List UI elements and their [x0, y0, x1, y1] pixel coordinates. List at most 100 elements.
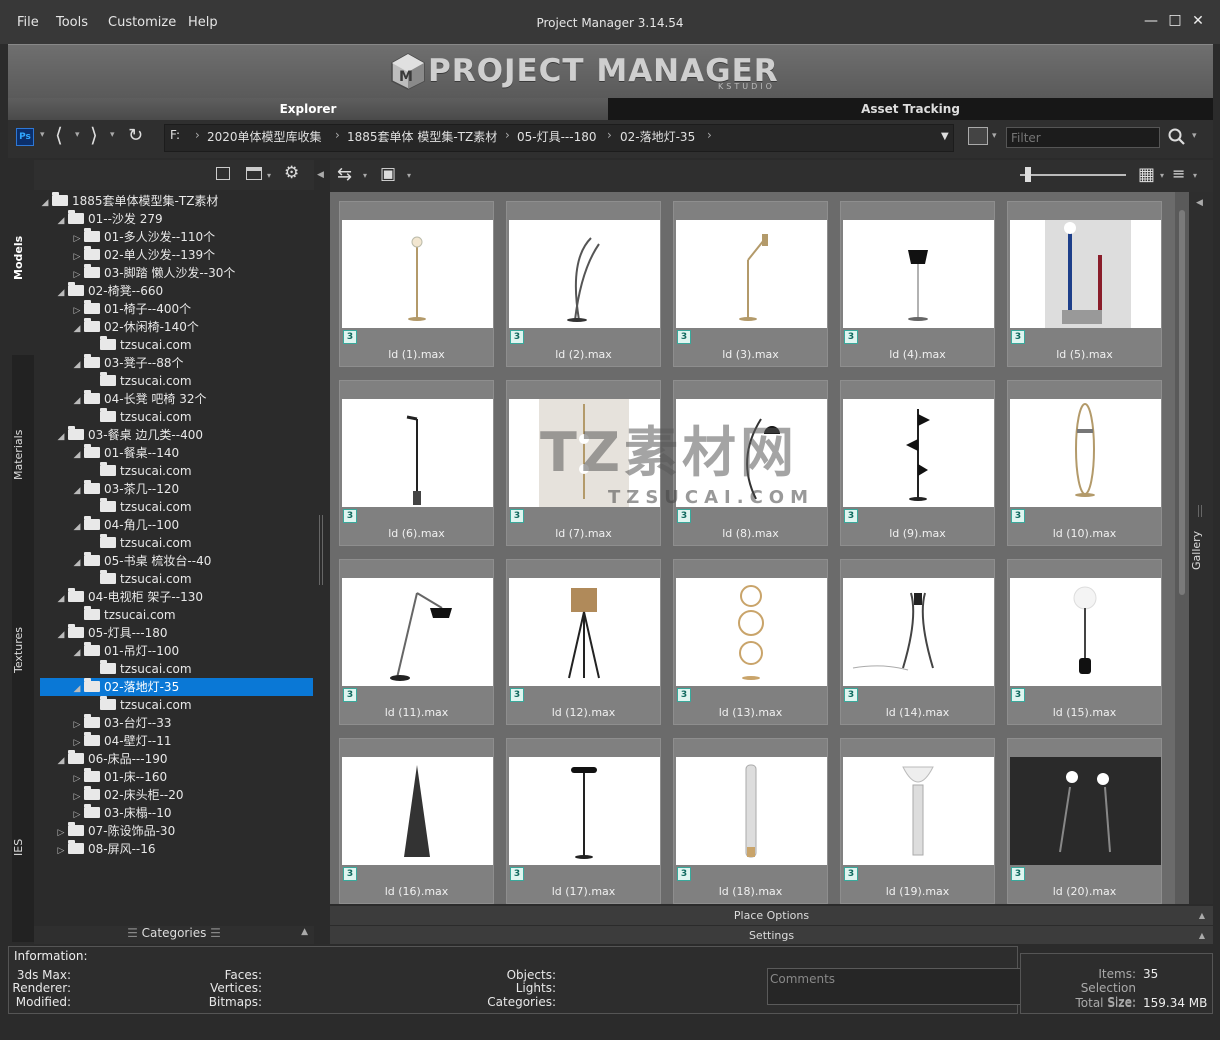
tree-item[interactable]: ▷ 03-台灯--33 [70, 714, 172, 732]
sync-icon[interactable]: ⇆ [337, 164, 352, 185]
gallery-item[interactable]: 3 ld (14).max [840, 559, 995, 725]
tree-item[interactable]: tzsucai.com [86, 498, 192, 516]
gallery-item[interactable]: 3 ld (11).max [339, 559, 494, 725]
tree-expanded-icon[interactable]: ◢ [54, 626, 68, 644]
tab-asset-tracking[interactable]: Asset Tracking [608, 98, 1213, 120]
photoshop-icon[interactable]: Ps [16, 128, 34, 146]
breadcrumb-dropdown-icon[interactable]: ▼ [941, 131, 949, 142]
place-options-bar[interactable]: Place Options ▲ [330, 906, 1213, 925]
tree-item[interactable]: tzsucai.com [86, 570, 192, 588]
sort-dropdown-icon[interactable]: ▾ [1193, 171, 1197, 180]
tree-item[interactable]: tzsucai.com [70, 606, 176, 624]
settings-gear-icon[interactable]: ⚙ [284, 163, 299, 183]
gallery-item[interactable]: 3 ld (12).max [506, 559, 661, 725]
tree-item[interactable]: ◢ 06-床品---190 [54, 750, 168, 768]
gallery-item[interactable]: 3 ld (6).max [339, 380, 494, 546]
side-tab-ies[interactable]: IES [12, 832, 34, 862]
place-options-expand-icon[interactable]: ▲ [1199, 906, 1205, 925]
maximize-icon[interactable]: □ [1165, 12, 1185, 32]
side-tab-textures[interactable]: Textures [12, 620, 34, 680]
objects-icon[interactable]: ▣ [380, 164, 396, 184]
tree-item[interactable]: ◢ 03-凳子--88个 [70, 354, 184, 372]
gallery-item[interactable]: 3 ld (5).max [1007, 201, 1162, 367]
gallery-item[interactable]: 3 ld (9).max [840, 380, 995, 546]
zoom-slider-handle[interactable] [1025, 167, 1031, 182]
tree-item[interactable]: ◢ 03-餐桌 边几类--400 [54, 426, 203, 444]
tree-expanded-icon[interactable]: ◢ [70, 482, 84, 500]
filter-options-icon[interactable] [968, 127, 988, 145]
tree-item[interactable]: tzsucai.com [86, 534, 192, 552]
breadcrumb-separator-icon[interactable]: › [195, 128, 200, 142]
tree-item[interactable]: ▷ 07-陈设饰品-30 [54, 822, 175, 840]
breadcrumb-item-current[interactable]: 02-落地灯-35 [620, 128, 695, 145]
grid-view-icon[interactable]: ▦ [1138, 164, 1155, 185]
breadcrumb-separator-icon[interactable]: › [707, 128, 712, 142]
gallery-item[interactable]: 3 ld (13).max [673, 559, 828, 725]
gallery-item[interactable]: 3 ld (17).max [506, 738, 661, 904]
gallery-item[interactable]: 3 ld (19).max [840, 738, 995, 904]
settings-expand-icon[interactable]: ▲ [1199, 926, 1205, 945]
sync-dropdown-icon[interactable]: ▾ [363, 171, 367, 180]
tree-expanded-icon[interactable]: ◢ [54, 752, 68, 770]
tree-item[interactable]: ◢ 04-角几--100 [70, 516, 179, 534]
tree-item[interactable]: ◢ 01-餐桌--140 [70, 444, 179, 462]
tree-item[interactable]: ◢ 04-电视柜 架子--130 [54, 588, 203, 606]
categories-collapse-icon[interactable]: ▲ [301, 927, 308, 937]
tree-item[interactable]: ◢ 04-长凳 吧椅 32个 [70, 390, 207, 408]
search-icon[interactable] [1168, 128, 1186, 149]
refresh-icon[interactable]: ↻ [128, 125, 143, 146]
tree-item-selected[interactable]: ◢ 02-落地灯-35 [40, 678, 313, 696]
gallery-item[interactable]: 3 ld (1).max [339, 201, 494, 367]
objects-dropdown-icon[interactable]: ▾ [407, 171, 411, 180]
comments-field[interactable]: Comments [767, 968, 1035, 1005]
gallery-item[interactable]: 3 ld (4).max [840, 201, 995, 367]
tree-item[interactable]: tzsucai.com [86, 408, 192, 426]
breadcrumb-separator-icon[interactable]: › [335, 128, 340, 142]
gallery-item[interactable]: 3 ld (16).max [339, 738, 494, 904]
splitter-grip[interactable] [319, 515, 323, 585]
tree-expanded-icon[interactable]: ◢ [70, 320, 84, 338]
gallery-item[interactable]: 3 ld (15).max [1007, 559, 1162, 725]
breadcrumb-item[interactable]: 2020单体模型库收集 [207, 128, 322, 145]
tree-item[interactable]: ◢ 03-茶几--120 [70, 480, 179, 498]
side-tab-materials[interactable]: Materials [12, 420, 34, 490]
tree-item[interactable]: ▷ 01-床--160 [70, 768, 167, 786]
tree-expanded-icon[interactable]: ◢ [70, 680, 84, 698]
tree-item[interactable]: ◢ 02-休闲椅-140个 [70, 318, 199, 336]
categories-bar[interactable]: ☰ Categories ☰ ▲ [34, 926, 314, 944]
tree-item[interactable]: tzsucai.com [86, 372, 192, 390]
view-dropdown-icon[interactable]: ▾ [1160, 171, 1164, 180]
tree-item[interactable]: ▷ 01-椅子--400个 [70, 300, 191, 318]
tree-expanded-icon[interactable]: ◢ [54, 212, 68, 230]
tree-item[interactable]: ▷ 01-多人沙发--110个 [70, 228, 215, 246]
side-tab-models[interactable]: Models [12, 230, 34, 286]
tree-expanded-icon[interactable]: ◢ [54, 590, 68, 608]
tree-item[interactable]: ▷ 02-床头柜--20 [70, 786, 184, 804]
gallery-item[interactable]: 3 ld (3).max [673, 201, 828, 367]
tree-expanded-icon[interactable]: ◢ [70, 644, 84, 662]
breadcrumb-separator-icon[interactable]: › [505, 128, 510, 142]
tree-expanded-icon[interactable]: ◢ [38, 194, 52, 212]
sort-icon[interactable]: ≡ [1172, 164, 1185, 183]
collapse-left-icon[interactable]: ◀ [317, 170, 324, 180]
tree-item[interactable]: ▷ 03-床榻--10 [70, 804, 172, 822]
filter-options-dropdown-icon[interactable]: ▾ [992, 131, 997, 141]
tree-item[interactable]: ◢ 1885套单体模型集-TZ素材 [38, 192, 218, 210]
settings-bar[interactable]: Settings ▲ [330, 925, 1213, 944]
gallery-item[interactable]: 3 ld (20).max [1007, 738, 1162, 904]
forward-icon[interactable]: ⟩ [90, 123, 98, 147]
back-dropdown-icon[interactable]: ▾ [75, 130, 80, 140]
tree-expanded-icon[interactable]: ◢ [70, 392, 84, 410]
tree-item[interactable]: tzsucai.com [86, 696, 192, 714]
tree-expanded-icon[interactable]: ◢ [54, 428, 68, 446]
forward-dropdown-icon[interactable]: ▾ [110, 130, 115, 140]
tree-item[interactable]: ◢ 01-吊灯--100 [70, 642, 179, 660]
layout-dropdown-icon[interactable]: ▾ [267, 171, 271, 180]
tree-item[interactable]: ▷ 02-单人沙发--139个 [70, 246, 215, 264]
minimize-icon[interactable]: — [1141, 13, 1161, 33]
layout-icon[interactable] [246, 167, 262, 180]
tree-expanded-icon[interactable]: ◢ [70, 518, 84, 536]
gallery-scrollbar-thumb[interactable] [1179, 210, 1185, 595]
tree-expanded-icon[interactable]: ◢ [70, 554, 84, 572]
breadcrumb-separator-icon[interactable]: › [607, 128, 612, 142]
